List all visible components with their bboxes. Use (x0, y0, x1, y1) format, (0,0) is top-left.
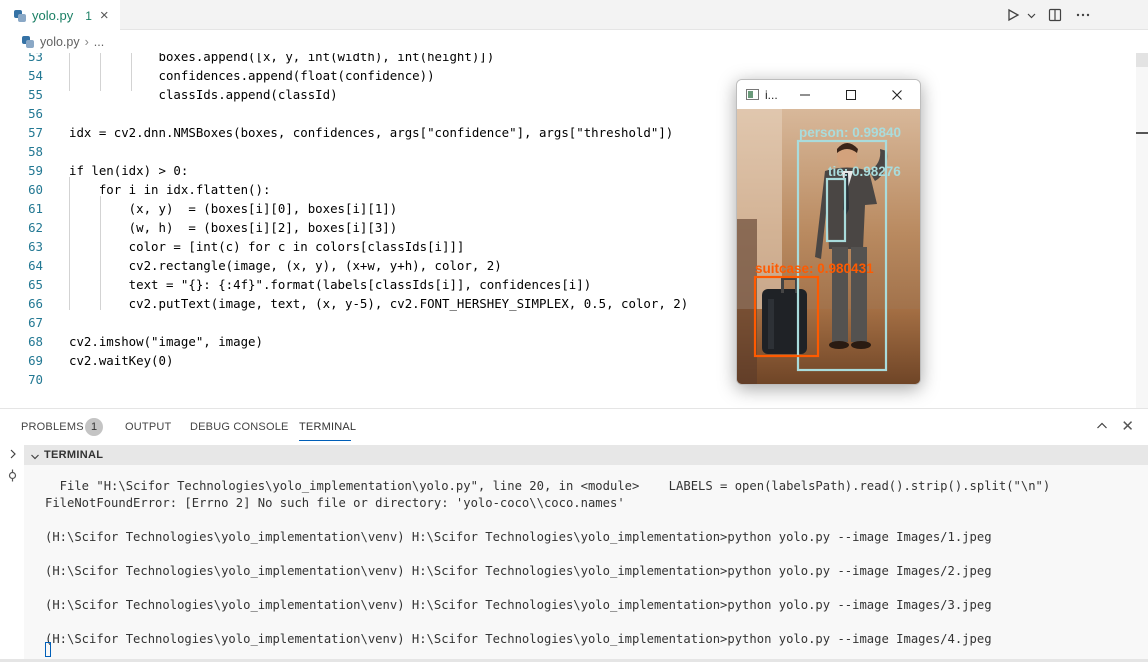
code-text: cv2.imshow("image", image) (69, 334, 263, 349)
active-tab-indicator (299, 440, 351, 441)
code-text: idx = cv2.dnn.NMSBoxes(boxes, confidence… (69, 125, 674, 140)
tab-problems[interactable]: PROBLEMS (21, 421, 84, 433)
python-file-icon (14, 9, 26, 22)
problems-badge: 1 (85, 8, 92, 23)
terminal-section-header[interactable]: TERMINAL (24, 445, 1148, 465)
terminal-line: (H:\Scifor Technologies\yolo_implementat… (45, 564, 992, 578)
line-number: 53 (28, 53, 43, 64)
tab-debug-console[interactable]: DEBUG CONSOLE (190, 421, 289, 433)
terminal-line: (H:\Scifor Technologies\yolo_implementat… (45, 530, 992, 544)
detection-image: person: 0.99840 tie: 0.98276 suitcase: 0… (737, 109, 920, 384)
terminal-cursor (45, 642, 51, 657)
line-number: 57 (28, 125, 43, 140)
minimap[interactable] (1136, 53, 1148, 408)
tab-label: yolo.py (32, 8, 74, 23)
line-number: 54 (28, 68, 43, 83)
detection-label-tie: tie: 0.98276 (828, 164, 901, 179)
minimap-cursor-mark (1136, 132, 1148, 134)
run-icon[interactable] (1004, 6, 1022, 24)
editor-actions (1004, 6, 1092, 24)
line-number: 70 (28, 372, 43, 387)
breadcrumb-separator: › (84, 35, 89, 49)
image-app-icon (746, 89, 759, 100)
line-number: 65 (28, 277, 43, 292)
line-number: 63 (28, 239, 43, 254)
terminal-side-gutter (0, 445, 24, 662)
tab-terminal[interactable]: TERMINAL (299, 421, 356, 433)
detection-label-suitcase: suitcase: 0.980431 (755, 261, 874, 276)
line-number: 58 (28, 144, 43, 159)
code-text: color = [int(c) for c in colors[classIds… (69, 239, 465, 254)
split-editor-icon[interactable] (1046, 6, 1064, 24)
code-text: cv2.rectangle(image, (x, y), (x+w, y+h),… (69, 258, 502, 273)
code-text: if len(idx) > 0: (69, 163, 189, 178)
line-number: 56 (28, 106, 43, 121)
line-number: 61 (28, 201, 43, 216)
terminal-line: FileNotFoundError: [Errno 2] No such fil… (45, 496, 625, 510)
editor-tab-bar: yolo.py 1 × (0, 0, 1148, 31)
line-number: 68 (28, 334, 43, 349)
line-number: 67 (28, 315, 43, 330)
terminal-header-label: TERMINAL (44, 449, 104, 461)
code-text: (w, h) = (boxes[i][2], boxes[i][3]) (69, 220, 398, 235)
bottom-panel: PROBLEMS 1 OUTPUT DEBUG CONSOLE TERMINAL… (0, 408, 1148, 662)
line-number: 69 (28, 353, 43, 368)
code-text: (x, y) = (boxes[i][0], boxes[i][1]) (69, 201, 398, 216)
tab-output[interactable]: OUTPUT (125, 421, 171, 433)
opencv-image-window[interactable]: i... person: 0.99840 tie: 0.98276 suitca… (736, 79, 921, 385)
terminal-line: (H:\Scifor Technologies\yolo_implementat… (45, 632, 992, 646)
terminal-line: File "H:\Scifor Technologies\yolo_implem… (45, 479, 1051, 493)
code-text: cv2.putText(image, text, (x, y-5), cv2.F… (69, 296, 689, 311)
minimize-button[interactable] (796, 86, 814, 104)
problems-count-badge: 1 (85, 418, 103, 436)
code-text: for i in idx.flatten(): (69, 182, 271, 197)
image-window-titlebar[interactable]: i... (737, 80, 920, 109)
close-button[interactable] (888, 86, 906, 104)
maximize-button[interactable] (842, 86, 860, 104)
python-file-icon (22, 36, 34, 48)
panel-tabs: PROBLEMS 1 OUTPUT DEBUG CONSOLE TERMINAL… (0, 409, 1148, 445)
code-text: classIds.append(classId) (69, 87, 338, 102)
tab-close-button[interactable]: × (100, 7, 109, 24)
image-window-title: i... (765, 87, 778, 102)
code-text: cv2.waitKey(0) (69, 353, 174, 368)
chevron-down-icon[interactable] (1026, 6, 1036, 24)
chevron-up-icon[interactable] (1096, 419, 1108, 437)
line-number: 60 (28, 182, 43, 197)
terminal-gear-icon[interactable] (6, 469, 19, 487)
minimap-slider[interactable] (1136, 53, 1148, 67)
breadcrumb-file[interactable]: yolo.py (40, 35, 80, 49)
line-number: 59 (28, 163, 43, 178)
terminal-output[interactable]: File "H:\Scifor Technologies\yolo_implem… (24, 465, 1148, 662)
line-number: 55 (28, 87, 43, 102)
code-editor[interactable]: 53 boxes.append([x, y, int(width), int(h… (0, 53, 1148, 408)
breadcrumb-symbol[interactable]: ... (94, 35, 104, 49)
tab-yolo-py[interactable]: yolo.py 1 × (0, 0, 120, 31)
panel-close-button[interactable]: ✕ (1121, 417, 1134, 435)
code-text: confidences.append(float(confidence)) (69, 68, 435, 83)
line-number: 64 (28, 258, 43, 273)
terminal-line: (H:\Scifor Technologies\yolo_implementat… (45, 598, 992, 612)
code-text: boxes.append([x, y, int(width), int(heig… (69, 53, 495, 64)
line-number: 62 (28, 220, 43, 235)
more-actions-icon[interactable] (1074, 6, 1092, 24)
line-number: 66 (28, 296, 43, 311)
chevron-right-icon[interactable] (8, 447, 18, 465)
detection-label-person: person: 0.99840 (799, 125, 901, 140)
code-text: text = "{}: {:4f}".format(labels[classId… (69, 277, 592, 292)
breadcrumb: yolo.py › ... (0, 31, 1148, 53)
